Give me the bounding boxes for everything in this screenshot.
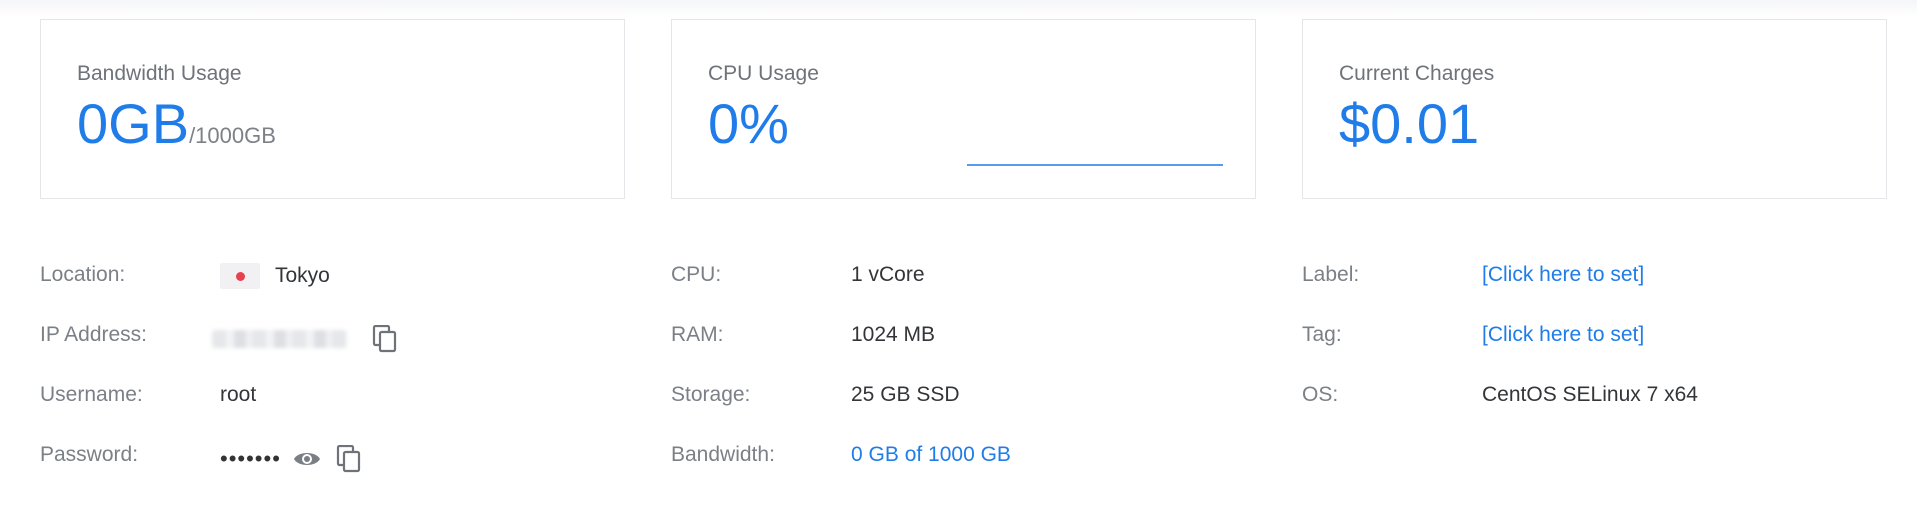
os-value: CentOS SELinux 7 x64 bbox=[1482, 383, 1698, 406]
current-charges-label: Current Charges bbox=[1339, 62, 1495, 85]
cpu-label: CPU: bbox=[671, 263, 722, 286]
bandwidth-usage-value-wrap: 0GB/1000GB bbox=[77, 96, 276, 152]
bandwidth-link[interactable]: 0 GB of 1000 GB bbox=[851, 443, 1011, 467]
bandwidth-usage-label: Bandwidth Usage bbox=[77, 62, 242, 85]
cpu-value: 1 vCore bbox=[851, 263, 925, 286]
storage-row: Storage: 25 GB SSD bbox=[671, 378, 1231, 438]
ip-address-row: IP Address: bbox=[40, 318, 600, 378]
copy-icon bbox=[336, 445, 361, 473]
label-row: Label: [Click here to set] bbox=[1302, 258, 1862, 318]
bandwidth-usage-card: Bandwidth Usage 0GB/1000GB bbox=[40, 19, 625, 199]
ram-row: RAM: 1024 MB bbox=[671, 318, 1231, 378]
copy-ip-button[interactable] bbox=[369, 323, 401, 355]
password-row: Password: ••••••• bbox=[40, 438, 600, 498]
bandwidth-label: Bandwidth: bbox=[671, 443, 775, 466]
cpu-usage-card: CPU Usage 0% bbox=[671, 19, 1256, 199]
storage-label: Storage: bbox=[671, 383, 751, 406]
bandwidth-usage-value: 0GB bbox=[77, 92, 190, 155]
os-label: OS: bbox=[1302, 383, 1339, 406]
tag-row: Tag: [Click here to set] bbox=[1302, 318, 1862, 378]
top-shade bbox=[0, 0, 1917, 18]
set-label-link[interactable]: [Click here to set] bbox=[1482, 263, 1644, 287]
set-tag-link[interactable]: [Click here to set] bbox=[1482, 323, 1644, 347]
password-label: Password: bbox=[40, 443, 139, 466]
location-value: Tokyo bbox=[275, 264, 330, 287]
copy-password-button[interactable] bbox=[333, 443, 365, 475]
username-label: Username: bbox=[40, 383, 143, 406]
storage-value: 25 GB SSD bbox=[851, 383, 960, 406]
ram-value: 1024 MB bbox=[851, 323, 936, 346]
ip-address-value-wrap bbox=[212, 323, 401, 355]
location-value-wrap: Tokyo bbox=[220, 263, 330, 289]
username-value: root bbox=[220, 383, 257, 406]
label-label: Label: bbox=[1302, 263, 1360, 286]
current-charges-value: $0.01 bbox=[1339, 92, 1480, 155]
details-column-meta: Label: [Click here to set] Tag: [Click h… bbox=[1302, 258, 1862, 438]
eye-icon bbox=[293, 453, 320, 465]
username-row: Username: root bbox=[40, 378, 600, 438]
server-overview-page: Bandwidth Usage 0GB/1000GB CPU Usage 0% … bbox=[0, 0, 1917, 527]
ip-address-label: IP Address: bbox=[40, 323, 148, 346]
cpu-row: CPU: 1 vCore bbox=[671, 258, 1231, 318]
location-row: Location: Tokyo bbox=[40, 258, 600, 318]
ram-label: RAM: bbox=[671, 323, 724, 346]
password-value: ••••••• bbox=[220, 446, 281, 471]
os-row: OS: CentOS SELinux 7 x64 bbox=[1302, 378, 1862, 438]
japan-flag-icon bbox=[220, 263, 260, 289]
cpu-usage-sparkline bbox=[967, 164, 1223, 166]
cpu-usage-value: 0% bbox=[708, 92, 789, 155]
copy-icon bbox=[372, 325, 397, 353]
ip-address-value-redacted bbox=[212, 330, 347, 348]
details-column-resources: CPU: 1 vCore RAM: 1024 MB Storage: 25 GB… bbox=[671, 258, 1231, 498]
tag-label: Tag: bbox=[1302, 323, 1342, 346]
cpu-usage-label: CPU Usage bbox=[708, 62, 819, 85]
bandwidth-row: Bandwidth: 0 GB of 1000 GB bbox=[671, 438, 1231, 498]
password-value-wrap: ••••••• bbox=[220, 443, 365, 475]
current-charges-card: Current Charges $0.01 bbox=[1302, 19, 1887, 199]
bandwidth-usage-unit: /1000GB bbox=[189, 123, 276, 148]
location-label: Location: bbox=[40, 263, 126, 286]
details-column-network: Location: Tokyo IP Address: Username: ro… bbox=[40, 258, 600, 498]
show-password-button[interactable] bbox=[291, 443, 323, 475]
